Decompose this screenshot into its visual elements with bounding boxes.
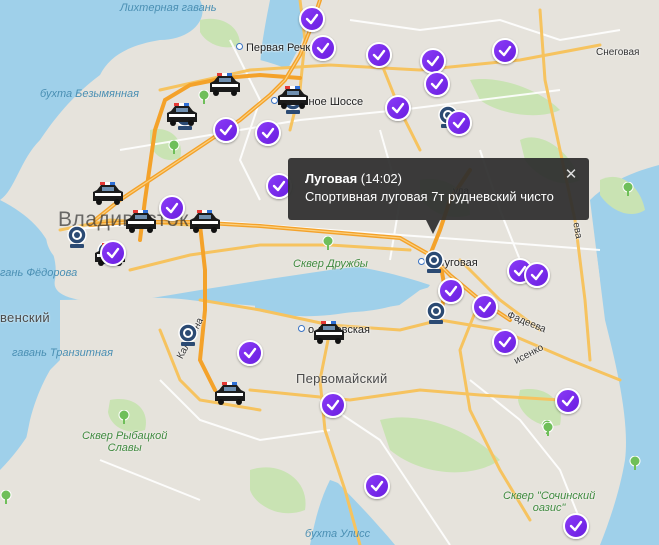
checkin-marker-icon[interactable] xyxy=(446,110,472,136)
checkin-marker-icon[interactable] xyxy=(555,388,581,414)
checkin-marker-icon[interactable] xyxy=(492,329,518,355)
checkin-marker-icon[interactable] xyxy=(563,513,589,539)
speed-camera-icon[interactable] xyxy=(422,249,446,275)
park-tree-icon xyxy=(322,236,334,250)
checkin-marker-icon[interactable] xyxy=(310,35,336,61)
checkin-marker-icon[interactable] xyxy=(366,42,392,68)
police-car-icon[interactable] xyxy=(124,210,158,234)
popup-pointer xyxy=(426,220,440,234)
park-tree-icon xyxy=(542,422,554,436)
police-car-icon[interactable] xyxy=(188,210,222,234)
park-tree-icon xyxy=(0,490,12,504)
popup-title: Луговая xyxy=(305,171,358,186)
checkin-marker-icon[interactable] xyxy=(420,48,446,74)
police-car-icon[interactable] xyxy=(165,103,199,127)
checkin-marker-icon[interactable] xyxy=(364,473,390,499)
close-icon[interactable]: ✕ xyxy=(563,167,579,183)
police-car-icon[interactable] xyxy=(91,182,125,206)
popup-time: (14:02) xyxy=(360,171,402,186)
checkin-marker-icon[interactable] xyxy=(472,294,498,320)
checkin-marker-icon[interactable] xyxy=(424,71,450,97)
park-tree-icon xyxy=(118,410,130,424)
popup-text: Спортивная луговая 7т рудневский чисто xyxy=(305,189,554,204)
park-tree-icon xyxy=(168,140,180,154)
checkin-marker-icon[interactable] xyxy=(385,95,411,121)
map-canvas[interactable]: Лихтерная гавань бухта Безымянная гань Ф… xyxy=(0,0,659,545)
checkin-marker-icon[interactable] xyxy=(159,195,185,221)
police-car-icon[interactable] xyxy=(312,321,346,345)
popup-header: Луговая (14:02) xyxy=(305,170,559,188)
checkin-marker-icon[interactable] xyxy=(213,117,239,143)
checkin-marker-icon[interactable] xyxy=(299,6,325,32)
checkin-marker-icon[interactable] xyxy=(492,38,518,64)
police-car-icon[interactable] xyxy=(213,382,247,406)
speed-camera-icon[interactable] xyxy=(65,224,89,250)
park-tree-icon xyxy=(629,456,641,470)
checkin-marker-icon[interactable] xyxy=(237,340,263,366)
incident-popup[interactable]: Луговая (14:02) Спортивная луговая 7т ру… xyxy=(288,158,589,234)
park-tree-icon xyxy=(622,182,634,196)
police-car-icon[interactable] xyxy=(208,73,242,97)
police-car-icon[interactable] xyxy=(276,86,310,110)
speed-camera-icon[interactable] xyxy=(176,322,200,348)
checkin-marker-icon[interactable] xyxy=(438,278,464,304)
speed-camera-icon[interactable] xyxy=(424,300,448,326)
checkin-marker-icon[interactable] xyxy=(100,240,126,266)
checkin-marker-icon[interactable] xyxy=(255,120,281,146)
map-base-layer xyxy=(0,0,659,545)
checkin-marker-icon[interactable] xyxy=(524,262,550,288)
checkin-marker-icon[interactable] xyxy=(320,392,346,418)
